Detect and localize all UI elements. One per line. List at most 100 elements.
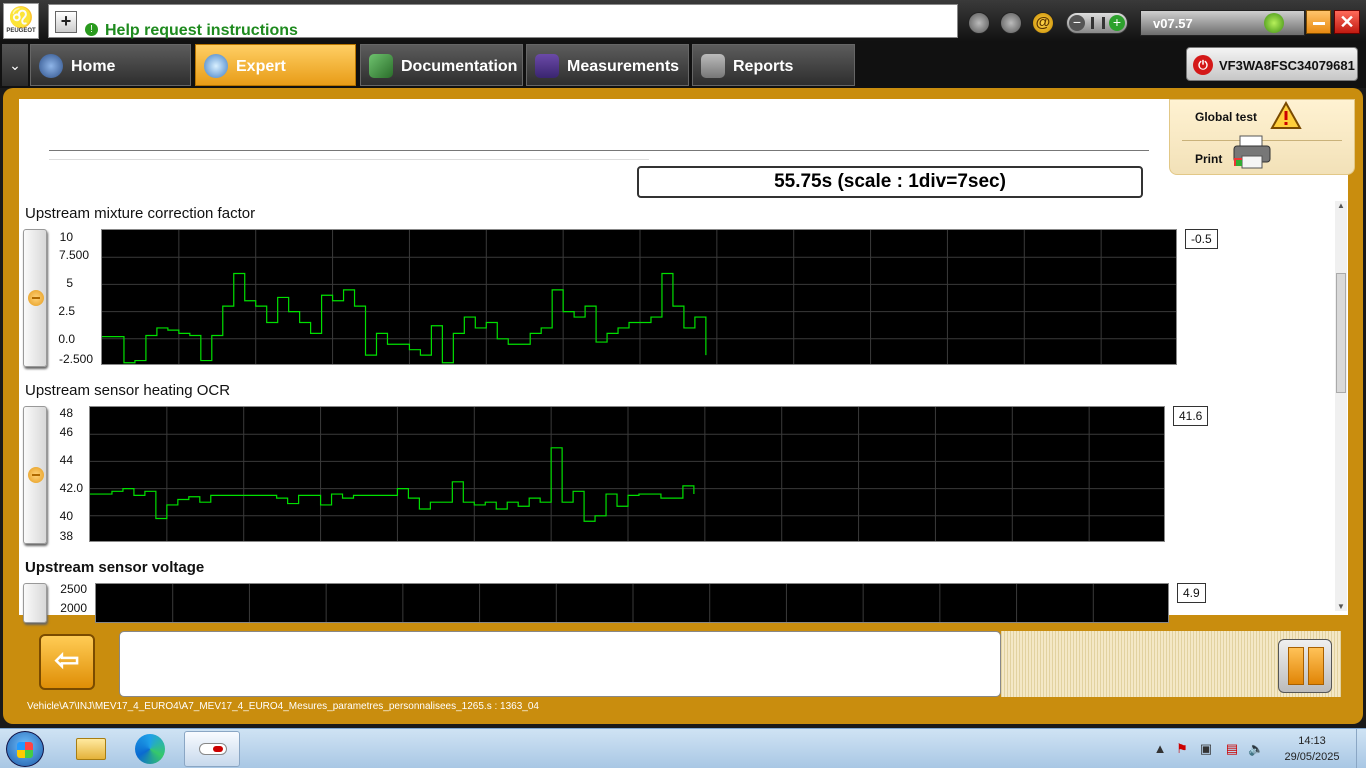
global-test-button[interactable]: Global test [1195, 110, 1257, 124]
plot-title: Upstream sensor heating OCR [25, 382, 231, 399]
tab-label: Reports [733, 58, 794, 75]
close-button[interactable]: ✕ [1334, 10, 1360, 34]
tab-label: Measurements [567, 58, 680, 75]
tab-measurements[interactable]: Measurements [526, 44, 689, 86]
book-icon [369, 54, 393, 78]
tab-label: Documentation [401, 58, 518, 75]
diagnostic-app-button[interactable] [184, 731, 240, 767]
measurement-content: 55.75s (scale : 1div=7sec) Upstream mixt… [19, 99, 1355, 623]
scrollbar-thumb[interactable] [1336, 273, 1346, 393]
edge-browser-button[interactable] [122, 731, 178, 767]
power-icon: ⏻ [1193, 55, 1213, 75]
file-explorer-button[interactable] [62, 731, 118, 767]
home-icon [39, 54, 63, 78]
start-button[interactable] [6, 731, 44, 767]
current-value: -0.5 [1185, 229, 1218, 249]
windows-taskbar: ▲ ⚑ ▣ ▤ 🔈 14:13 29/05/2025 [0, 728, 1366, 768]
series-line [90, 447, 695, 522]
minus-icon[interactable]: − [1069, 15, 1085, 31]
volume-control[interactable]: − + [1066, 12, 1128, 34]
brand-name: PEUGEOT [6, 28, 36, 34]
edge-icon [135, 734, 165, 764]
y-tick-label: -2.500 [58, 352, 93, 366]
mixture-correction-chart [101, 229, 1177, 365]
diagnostic-app-window: ♌ PEUGEOT + ! Help request instructions … [0, 0, 1366, 768]
plot-title: Upstream sensor voltage [25, 559, 205, 576]
divider [49, 150, 1149, 151]
y-tick-label: 0.0 [58, 332, 75, 346]
brand-logo: ♌ PEUGEOT [3, 3, 39, 39]
y-tick-label: 46 [59, 425, 73, 439]
y-tick-label: 42.0 [59, 481, 83, 495]
main-navigation: ⌄ Home Expert Documentation Measurements… [0, 42, 1366, 88]
printer-icon[interactable] [1230, 134, 1274, 170]
pause-bar [1288, 647, 1304, 685]
vehicle-vin-button[interactable]: ⏻ VF3WA8FSC34079681 [1186, 47, 1358, 81]
lion-icon: ♌ [8, 7, 34, 29]
current-value: 41.6 [1173, 406, 1209, 426]
time-scale-display: 55.75s (scale : 1div=7sec) [637, 166, 1143, 198]
version-indicator: v07.57 [1140, 10, 1305, 36]
tab-documentation[interactable]: Documentation [360, 44, 523, 86]
pause-bar [1308, 647, 1324, 685]
divider [49, 159, 649, 160]
tab-home[interactable]: Home [30, 44, 191, 86]
series-line [102, 272, 707, 364]
vertical-scrollbar[interactable]: ▲ ▼ [1335, 201, 1347, 611]
folder-icon [76, 738, 106, 760]
volume-icon[interactable]: 🔈 [1248, 741, 1264, 757]
pause-button[interactable] [1278, 639, 1332, 693]
network-icon[interactable]: ▤ [1224, 741, 1240, 757]
user-icon[interactable] [1000, 12, 1022, 34]
tab-label: Expert [236, 58, 286, 75]
y-tick-label: 10 [59, 230, 73, 244]
message-area [119, 631, 1001, 697]
waveform-icon [535, 54, 559, 78]
y-tick-label: 38 [59, 529, 73, 543]
tab-label: Home [71, 58, 116, 75]
help-request-text[interactable]: Help request instructions [105, 22, 298, 40]
back-button[interactable]: ⇦ [39, 634, 95, 690]
tab-reports[interactable]: Reports [692, 44, 855, 86]
level-bars-icon [1091, 17, 1105, 29]
scroll-down-icon[interactable]: ▼ [1335, 602, 1347, 611]
warning-icon[interactable] [1268, 100, 1304, 130]
current-value: 4.9 [1177, 583, 1206, 603]
sensor-heating-chart [89, 406, 1165, 542]
device-icon[interactable]: ▣ [1198, 741, 1214, 757]
document-icon [701, 54, 725, 78]
tray-expand-icon[interactable]: ▲ [1152, 741, 1168, 757]
clock-time[interactable]: 14:13 [1290, 735, 1334, 747]
minimize-button[interactable] [1306, 10, 1331, 34]
clock-date[interactable]: 29/05/2025 [1278, 751, 1346, 763]
magnifier-icon [204, 54, 228, 78]
plot-title: Upstream mixture correction factor [25, 205, 256, 222]
y-tick-label: 7.500 [58, 248, 89, 262]
help-request-bar[interactable]: + ! Help request instructions [48, 4, 958, 40]
action-panel: Global test Print [1169, 99, 1355, 175]
connection-status-icon [1264, 13, 1284, 33]
y-tick-label: 48 [59, 406, 73, 420]
y-tick-label: 2.5 [58, 304, 75, 318]
email-icon[interactable]: @ [1032, 12, 1054, 34]
add-icon[interactable]: + [55, 11, 77, 33]
main-frame: 55.75s (scale : 1div=7sec) Upstream mixt… [3, 88, 1363, 724]
info-icon: ! [85, 23, 98, 36]
plus-icon[interactable]: + [1109, 15, 1125, 31]
y-tick-label: 40 [59, 509, 73, 523]
show-desktop-button[interactable] [1356, 729, 1366, 768]
version-label: v07.57 [1153, 16, 1193, 31]
print-button[interactable]: Print [1195, 152, 1222, 166]
y-tick-label: 5 [66, 276, 73, 290]
scroll-up-icon[interactable]: ▲ [1335, 201, 1347, 210]
top-bar: ♌ PEUGEOT + ! Help request instructions … [0, 0, 1366, 42]
vin-label: VF3WA8FSC34079681 [1219, 58, 1355, 73]
flag-icon[interactable]: ⚑ [1174, 741, 1190, 757]
app-icon [199, 743, 227, 755]
y-tick-label: 2000 [60, 601, 87, 615]
chevron-down-icon[interactable]: ⌄ [2, 44, 28, 86]
tab-expert[interactable]: Expert [195, 44, 356, 86]
file-path-status: Vehicle\A7\INJ\MEV17_4_EURO4\A7_MEV17_4_… [27, 701, 539, 712]
download-icon[interactable] [968, 12, 990, 34]
sensor-voltage-chart [95, 583, 1169, 623]
